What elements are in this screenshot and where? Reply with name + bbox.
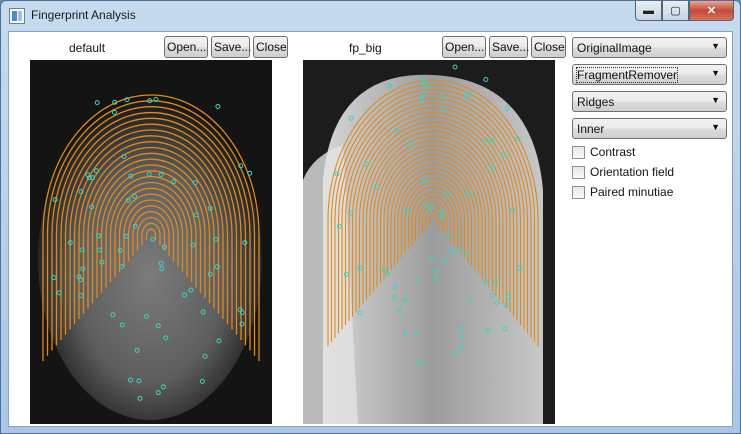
controls-panel: OriginalImage ▼ FragmentRemover ▼ Ridges… bbox=[569, 32, 729, 428]
right-save-button[interactable]: Save... bbox=[489, 36, 529, 58]
left-fingerprint-render bbox=[30, 60, 272, 424]
region-dropdown[interactable]: Inner ▼ bbox=[572, 118, 727, 139]
left-panel-name: default bbox=[69, 41, 106, 55]
skeleton-value: Ridges bbox=[577, 95, 615, 109]
minimize-button[interactable]: ▬ bbox=[635, 1, 662, 21]
caption-buttons: ▬ ▢ ✕ bbox=[635, 1, 734, 21]
left-save-button[interactable]: Save... bbox=[211, 36, 251, 58]
checkbox-box[interactable] bbox=[572, 185, 585, 199]
chevron-down-icon: ▼ bbox=[711, 122, 720, 132]
maximize-button[interactable]: ▢ bbox=[662, 1, 689, 21]
paired-minutiae-label: Paired minutiae bbox=[590, 185, 674, 199]
window-title: Fingerprint Analysis bbox=[31, 8, 136, 22]
left-panel: default Open... Save... Close bbox=[9, 32, 289, 428]
right-fingerprint-image[interactable] bbox=[303, 60, 555, 424]
right-open-button[interactable]: Open... bbox=[442, 36, 486, 58]
filter-value: FragmentRemover bbox=[575, 67, 679, 83]
orientation-field-label: Orientation field bbox=[590, 165, 675, 179]
checkbox-box[interactable] bbox=[572, 145, 585, 159]
left-fingerprint-image[interactable] bbox=[30, 60, 272, 424]
chevron-down-icon: ▼ bbox=[711, 68, 720, 78]
client-area: default Open... Save... Close fp_big Ope… bbox=[8, 31, 733, 427]
image-mode-value: OriginalImage bbox=[577, 41, 652, 55]
contrast-checkbox[interactable]: Contrast bbox=[572, 144, 635, 160]
image-mode-dropdown[interactable]: OriginalImage ▼ bbox=[572, 37, 727, 58]
filter-dropdown[interactable]: FragmentRemover ▼ bbox=[572, 64, 727, 85]
right-close-button[interactable]: Close bbox=[531, 36, 566, 58]
right-fingerprint-render bbox=[303, 60, 555, 424]
orientation-field-checkbox[interactable]: Orientation field bbox=[572, 164, 674, 180]
right-panel: fp_big Open... Save... Close bbox=[291, 32, 567, 428]
right-panel-name: fp_big bbox=[349, 41, 382, 55]
contrast-label: Contrast bbox=[590, 145, 636, 159]
main-window: Fingerprint Analysis ▬ ▢ ✕ default Open.… bbox=[0, 0, 741, 434]
chevron-down-icon: ▼ bbox=[711, 41, 720, 51]
checkbox-box[interactable] bbox=[572, 165, 585, 179]
app-icon bbox=[9, 8, 25, 24]
skeleton-dropdown[interactable]: Ridges ▼ bbox=[572, 91, 727, 112]
paired-minutiae-checkbox[interactable]: Paired minutiae bbox=[572, 184, 673, 200]
close-window-button[interactable]: ✕ bbox=[689, 1, 734, 21]
left-close-button[interactable]: Close bbox=[253, 36, 288, 58]
chevron-down-icon: ▼ bbox=[711, 95, 720, 105]
left-open-button[interactable]: Open... bbox=[164, 36, 208, 58]
title-bar[interactable]: Fingerprint Analysis ▬ ▢ ✕ bbox=[1, 1, 740, 31]
region-value: Inner bbox=[577, 122, 605, 136]
